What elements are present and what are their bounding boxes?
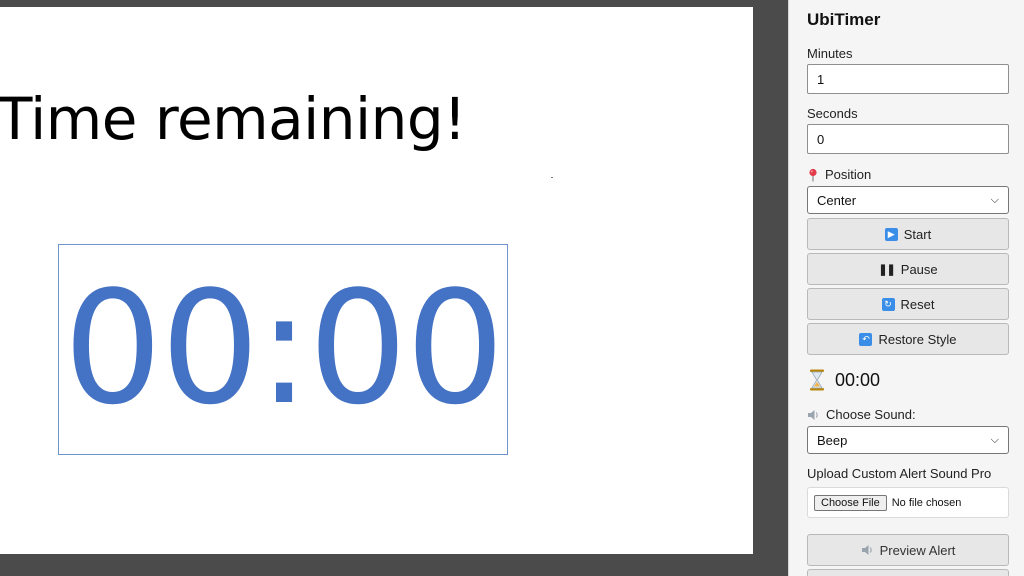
minutes-input[interactable]: 1 — [807, 64, 1009, 94]
preview-alert-label: Preview Alert — [879, 542, 956, 558]
reset-button[interactable]: ↻ Reset — [807, 288, 1009, 320]
sound-label: Choose Sound: — [826, 407, 916, 422]
next-button-partial[interactable] — [807, 569, 1009, 576]
slide-canvas[interactable]: Time remaining! 00:00 — [0, 7, 753, 554]
upload-label: Upload Custom Alert Sound Pro — [807, 466, 992, 481]
reset-label: Reset — [900, 296, 935, 312]
position-label: Position — [825, 167, 872, 182]
ubitimer-pane: UbiTimer Minutes 1 Seconds 0 Position Ce… — [788, 0, 1024, 576]
file-upload[interactable]: Choose File No file chosen — [807, 487, 1009, 518]
position-select[interactable]: Center ⌵ — [807, 186, 1009, 214]
sound-select[interactable]: Beep ⌵ — [807, 426, 1009, 454]
undo-icon: ↶ — [859, 332, 873, 346]
seconds-label: Seconds — [807, 106, 858, 121]
restore-style-label: Restore Style — [878, 331, 957, 347]
speaker-icon — [861, 545, 872, 555]
status-time: 00:00 — [835, 369, 881, 390]
play-icon: ▶ — [884, 227, 898, 241]
speaker-icon — [808, 409, 818, 420]
start-label: Start — [903, 226, 932, 242]
position-label-row: Position — [807, 167, 871, 182]
pause-button[interactable]: ❚❚ Pause — [807, 253, 1009, 285]
timer-display: 00:00 — [63, 257, 505, 439]
sound-select-value: Beep — [817, 432, 848, 448]
slide-title[interactable]: Time remaining! — [0, 85, 467, 153]
no-file-text: No file chosen — [891, 496, 962, 509]
slide-dot — [551, 177, 553, 178]
pushpin-icon — [809, 168, 817, 181]
hourglass-icon — [810, 369, 824, 391]
chevron-down-icon: ⌵ — [990, 433, 999, 446]
minutes-label: Minutes — [807, 46, 853, 61]
restore-style-button[interactable]: ↶ Restore Style — [807, 323, 1009, 355]
slide-workspace: Time remaining! 00:00 — [0, 0, 788, 576]
pane-title: UbiTimer — [807, 10, 881, 29]
preview-alert-button[interactable]: Preview Alert — [807, 534, 1009, 566]
repeat-icon: ↻ — [881, 297, 895, 311]
pause-label: Pause — [900, 261, 938, 277]
choose-file-button[interactable]: Choose File — [814, 494, 887, 511]
chevron-down-icon: ⌵ — [990, 193, 999, 206]
pause-icon: ❚❚ — [878, 263, 895, 276]
position-select-value: Center — [817, 192, 857, 208]
timer-status: 00:00 — [809, 369, 880, 391]
start-button[interactable]: ▶ Start — [807, 218, 1009, 250]
seconds-input[interactable]: 0 — [807, 124, 1009, 154]
sound-label-row: Choose Sound: — [807, 407, 916, 422]
timer-textbox[interactable]: 00:00 — [58, 244, 508, 455]
